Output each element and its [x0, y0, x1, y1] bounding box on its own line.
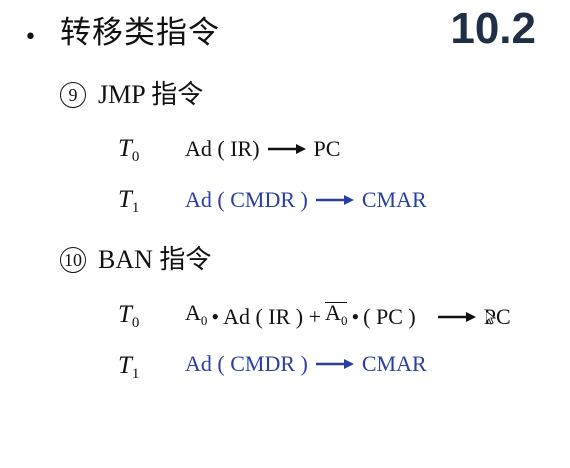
jmp-t1-left: Ad ( CMDR ) — [185, 187, 308, 212]
right-arrow-icon — [267, 143, 306, 155]
ban-t0-label: T0 — [118, 301, 140, 331]
ban-t0-a: A0 — [185, 300, 208, 328]
ban-t0-expr: A0 • Ad ( IR ) + A0 • ( PC ) PC — [185, 298, 511, 336]
ban-t1-right: CMAR — [361, 351, 427, 376]
bullet: • — [24, 25, 37, 50]
ban-heading-label: BAN 指令 — [98, 245, 212, 274]
jmp-t1-expr: Ad ( CMDR ) CMAR — [185, 185, 427, 215]
ban-t0-tail: ( PC ) — [363, 304, 416, 329]
mouse-pointer-icon — [485, 309, 497, 330]
ban-t0-a-bar: A0 — [325, 298, 348, 336]
jmp-t0-left: Ad ( IR) — [185, 136, 260, 161]
jmp-t0-right: PC — [313, 136, 341, 161]
right-arrow-icon — [315, 194, 354, 206]
ban-t0-mid: Ad ( IR ) + — [223, 304, 322, 329]
jmp-t0-expr: Ad ( IR) PC — [185, 134, 340, 164]
section-number: 10.2 — [450, 4, 536, 53]
ban-t1-left: Ad ( CMDR ) — [185, 351, 308, 376]
jmp-heading-label: JMP 指令 — [98, 80, 204, 109]
jmp-t0-label: T0 — [118, 135, 140, 165]
jmp-heading: 9 JMP 指令 — [60, 80, 203, 110]
ban-heading: 10 BAN 指令 — [60, 245, 211, 275]
ban-t1-label: T1 — [118, 352, 140, 382]
jmp-t1-label: T1 — [118, 186, 140, 216]
dot-operator: • — [211, 304, 220, 329]
right-arrow-icon — [315, 358, 354, 370]
ban-t1-expr: Ad ( CMDR ) CMAR — [185, 349, 427, 379]
jmp-t1-right: CMAR — [361, 187, 427, 212]
right-arrow-icon — [437, 311, 476, 323]
dot-operator: • — [351, 304, 360, 329]
circled-number-10: 10 — [60, 247, 86, 273]
slide: • 转移类指令 10.2 9 JMP 指令 T0 Ad ( IR) PC T1 … — [0, 0, 570, 468]
slide-title: 转移类指令 — [60, 15, 220, 51]
circled-number-9: 9 — [60, 82, 86, 108]
